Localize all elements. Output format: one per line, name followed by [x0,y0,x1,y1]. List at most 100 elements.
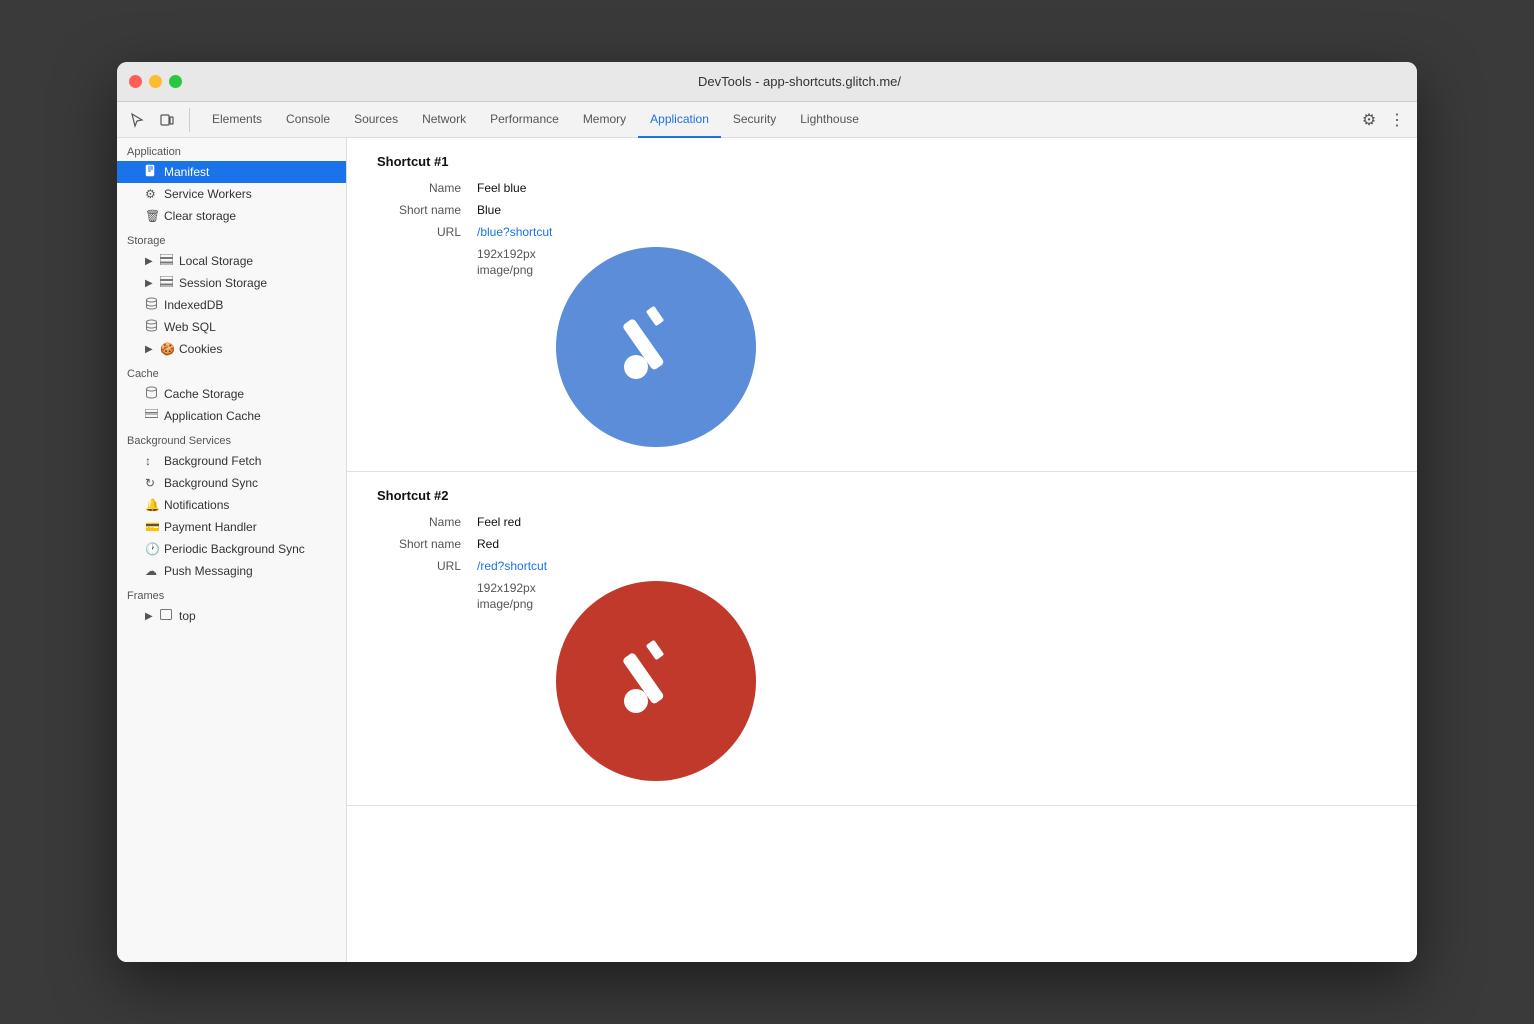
shortcut-2-image-label [377,581,477,781]
maximize-button[interactable] [169,75,182,88]
background-sync-label: Background Sync [164,476,258,490]
tab-console[interactable]: Console [274,102,342,138]
shortcut-2-image-meta: 192x192px image/png [477,581,536,781]
clear-storage-icon: 🗑 [145,209,159,223]
sidebar-item-application-cache[interactable]: Application Cache [117,405,346,427]
shortcut-2-url-link[interactable]: /red?shortcut [477,559,547,573]
sidebar-item-payment-handler[interactable]: 💳 Payment Handler [117,516,346,538]
local-storage-arrow: ▶ [145,256,155,267]
sidebar-section-background-services: Background Services [117,427,346,450]
cookies-label: Cookies [179,342,222,356]
tab-sources[interactable]: Sources [342,102,410,138]
sidebar-item-local-storage[interactable]: ▶ Local Storage [117,250,346,272]
minimize-button[interactable] [149,75,162,88]
tab-memory[interactable]: Memory [571,102,638,138]
shortcut-1-name-label: Name [377,181,477,195]
shortcut-2-url-row: URL /red?shortcut [377,559,1387,573]
window-title: DevTools - app-shortcuts.glitch.me/ [194,74,1405,89]
manifest-label: Manifest [164,165,209,179]
push-messaging-icon: ☁ [145,564,159,578]
shortcut-1-url-link[interactable]: /blue?shortcut [477,225,552,239]
indexeddb-label: IndexedDB [164,298,223,312]
cache-storage-icon [145,386,159,402]
session-storage-arrow: ▶ [145,278,155,289]
shortcut-2-name-label: Name [377,515,477,529]
blue-brush-icon [606,297,706,397]
sidebar-section-frames: Frames [117,582,346,605]
tab-security[interactable]: Security [721,102,788,138]
background-fetch-label: Background Fetch [164,454,261,468]
shortcut-1-short-name-value: Blue [477,203,501,217]
sidebar-item-session-storage[interactable]: ▶ Session Storage [117,272,346,294]
tabs-actions: ⚙ ⋮ [1357,108,1409,132]
shortcut-2-short-name-label: Short name [377,537,477,551]
sidebar-item-indexeddb[interactable]: IndexedDB [117,294,346,316]
tab-performance[interactable]: Performance [478,102,571,138]
sidebar-item-background-sync[interactable]: ↻ Background Sync [117,472,346,494]
sidebar-item-cookies[interactable]: ▶ 🍪 Cookies [117,338,346,360]
sidebar-section-application: Application [117,138,346,161]
traffic-lights [129,75,182,88]
shortcut-1-section: Shortcut #1 Name Feel blue Short name Bl… [347,138,1417,472]
top-frame-icon [160,609,174,623]
indexeddb-icon [145,297,159,313]
shortcut-2-section: Shortcut #2 Name Feel red Short name Red… [347,472,1417,806]
tab-application[interactable]: Application [638,102,721,138]
cursor-icon[interactable] [125,108,149,132]
sidebar-item-web-sql[interactable]: Web SQL [117,316,346,338]
shortcut-2-image-row: 192x192px image/png [377,581,1387,781]
shortcut-1-url-value: /blue?shortcut [477,225,552,239]
settings-icon[interactable]: ⚙ [1357,108,1381,132]
shortcut-2-title: Shortcut #2 [377,488,1387,503]
device-icon[interactable] [155,108,179,132]
sidebar-item-background-fetch[interactable]: ↕ Background Fetch [117,450,346,472]
cache-storage-label: Cache Storage [164,387,244,401]
cookies-arrow: ▶ [145,344,155,355]
web-sql-label: Web SQL [164,320,216,334]
sidebar-item-cache-storage[interactable]: Cache Storage [117,383,346,405]
tab-elements[interactable]: Elements [200,102,274,138]
tab-network[interactable]: Network [410,102,478,138]
tab-lighthouse[interactable]: Lighthouse [788,102,871,138]
manifest-icon [145,164,159,180]
session-storage-icon [160,276,174,290]
service-workers-icon: ⚙ [145,187,159,201]
sidebar-item-manifest[interactable]: Manifest [117,161,346,183]
sidebar-section-storage: Storage [117,227,346,250]
sidebar-item-notifications[interactable]: 🔔 Notifications [117,494,346,516]
local-storage-label: Local Storage [179,254,253,268]
sidebar-item-clear-storage[interactable]: 🗑 Clear storage [117,205,346,227]
content-area: Shortcut #1 Name Feel blue Short name Bl… [347,138,1417,962]
service-workers-label: Service Workers [164,187,252,201]
application-cache-label: Application Cache [164,409,261,423]
web-sql-icon [145,319,159,335]
devtools-window: DevTools - app-shortcuts.glitch.me/ [117,62,1417,962]
sidebar-item-service-workers[interactable]: ⚙ Service Workers [117,183,346,205]
shortcut-1-image-type: image/png [477,263,536,277]
periodic-background-sync-label: Periodic Background Sync [164,542,305,556]
cookies-icon: 🍪 [160,342,174,356]
sidebar-item-push-messaging[interactable]: ☁ Push Messaging [117,560,346,582]
background-fetch-icon: ↕ [145,454,159,468]
shortcut-1-title: Shortcut #1 [377,154,1387,169]
sidebar-item-top-frame[interactable]: ▶ top [117,605,346,627]
payment-handler-icon: 💳 [145,520,159,534]
sidebar-item-periodic-background-sync[interactable]: 🕐 Periodic Background Sync [117,538,346,560]
clear-storage-label: Clear storage [164,209,236,223]
shortcut-2-short-name-value: Red [477,537,499,551]
red-brush-icon [606,631,706,731]
payment-handler-label: Payment Handler [164,520,257,534]
close-button[interactable] [129,75,142,88]
shortcut-1-short-name-row: Short name Blue [377,203,1387,217]
devtools-panel: Elements Console Sources Network Perform… [117,102,1417,962]
shortcut-1-url-row: URL /blue?shortcut [377,225,1387,239]
shortcut-1-url-label: URL [377,225,477,239]
shortcut-1-image-label [377,247,477,447]
more-options-icon[interactable]: ⋮ [1385,108,1409,132]
shortcut-1-image-preview [556,247,756,447]
shortcut-2-image-preview [556,581,756,781]
titlebar: DevTools - app-shortcuts.glitch.me/ [117,62,1417,102]
notifications-icon: 🔔 [145,498,159,512]
tabs-bar: Elements Console Sources Network Perform… [117,102,1417,138]
tab-icon-group [125,108,190,132]
